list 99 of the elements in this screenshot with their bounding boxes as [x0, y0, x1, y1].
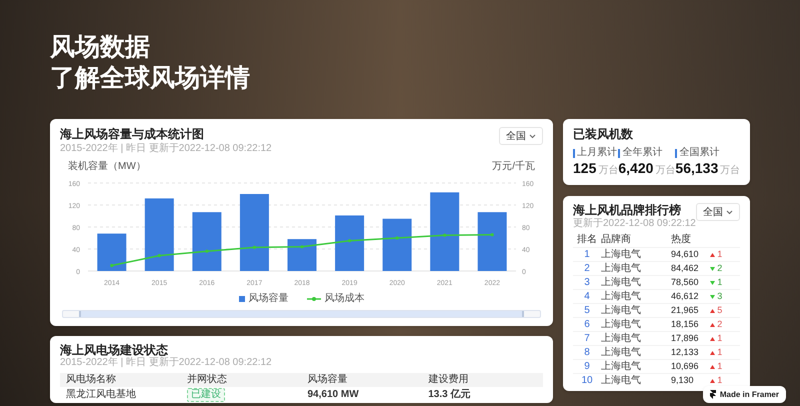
point [443, 234, 446, 237]
heat-value: 21,965 [671, 303, 710, 317]
table-cell-text: 13.3 亿元 [427, 388, 472, 402]
brand-name: 上海电气 [601, 359, 671, 373]
accent-bar-icon [618, 148, 620, 158]
rank-change: 1 [717, 332, 722, 345]
rank-change: 2 [717, 318, 722, 331]
rank-change: 1 [717, 346, 722, 359]
rank-number: 5 [573, 303, 601, 317]
legend-line-icon [306, 296, 320, 302]
rank-number: 2 [573, 261, 601, 275]
stat-label: 全国累计 [679, 147, 720, 159]
point [490, 233, 494, 236]
heat-value: 46,612 [671, 289, 710, 303]
column-header: 建设费用 [422, 373, 543, 387]
point [252, 246, 256, 249]
update-info: 更新于2022-12-08 09:22:12 [573, 218, 696, 230]
rank-number: 8 [573, 345, 601, 359]
column-header: 品牌商 [601, 233, 632, 247]
rank-number: 4 [573, 289, 601, 303]
legend-label: 风场成本 [324, 293, 364, 305]
table-cell-text: 94,610 MW [306, 388, 360, 402]
update-info: 2015-2022年 | 昨日 更新于2022-12-08 09:22:12 [60, 142, 272, 155]
point [110, 264, 114, 268]
hero-title: 风场数据 [50, 32, 151, 63]
stat-value: 125 [573, 159, 596, 177]
region-dropdown[interactable]: 全国 [696, 203, 740, 221]
region-dropdown[interactable]: 全国 [499, 127, 543, 145]
card-title: 海上风机品牌排行榜 [573, 203, 682, 218]
point [158, 254, 161, 258]
rank-number: 9 [573, 359, 601, 373]
brand-name: 上海电气 [601, 373, 671, 387]
heat-value: 84,462 [671, 261, 710, 275]
card-title: 海上风电场建设状态 [60, 343, 168, 357]
chevron-down-icon [529, 134, 536, 138]
brand-name: 上海电气 [601, 303, 671, 317]
zoom-slider[interactable] [62, 310, 541, 318]
point [300, 245, 304, 248]
rank-number: 10 [573, 373, 601, 387]
y-axis-title: 装机容量（MW） [68, 161, 146, 173]
accent-bar-icon [675, 148, 678, 158]
stat-unit: 万台 [720, 164, 740, 178]
accent-bar-icon [573, 148, 575, 158]
column-header: 并网状态 [180, 373, 302, 387]
brand-name: 上海电气 [601, 317, 671, 331]
stat-unit: 万台 [655, 164, 676, 178]
framer-logo-icon [710, 390, 716, 399]
capacity-bar [97, 234, 126, 271]
rank-change: 1 [717, 374, 722, 387]
brand-name: 上海电气 [601, 331, 671, 345]
table-cell-text: 黑龙江风电基地 [65, 388, 137, 402]
heat-value: 78,560 [671, 275, 710, 289]
rank-number: 1 [573, 247, 601, 261]
hero-subtitle: 了解全球风场详情 [50, 63, 251, 94]
stat-label: 全年累计 [622, 147, 662, 159]
heat-value: 17,896 [671, 331, 710, 345]
update-info: 2015-2022年 | 昨日 更新于2022-12-08 09:22:12 [60, 357, 273, 369]
heat-value: 94,610 [671, 247, 710, 261]
brand-name: 上海电气 [601, 261, 671, 275]
rank-change: 3 [717, 290, 722, 303]
chevron-down-icon [726, 210, 734, 214]
brand-name: 上海电气 [601, 275, 671, 289]
column-header: 风电场名称 [60, 373, 181, 387]
column-header: 排名 [576, 233, 598, 247]
rank-change: 1 [717, 248, 722, 261]
point [396, 236, 399, 240]
brand-name: 上海电气 [601, 289, 671, 303]
heat-value: 10,696 [671, 359, 710, 373]
stat-value: 6,420 [618, 159, 654, 177]
capacity-bar [335, 215, 364, 271]
y-axis-title: 万元/千瓦 [492, 161, 535, 173]
brand-name: 上海电气 [601, 247, 671, 261]
status-tag: 已建设 [186, 388, 225, 402]
rank-number: 7 [573, 331, 601, 345]
capacity-bar [478, 212, 507, 271]
brand-name: 上海电气 [601, 345, 671, 359]
stat-label: 上月累计 [577, 147, 617, 159]
column-header: 热度 [671, 233, 692, 247]
capacity-bar [288, 239, 316, 271]
heat-value: 18,156 [671, 317, 710, 331]
rank-change: 5 [717, 304, 722, 317]
capacity-bar [192, 212, 222, 271]
capacity-bar [382, 218, 412, 271]
point [348, 239, 352, 242]
stat-unit: 万台 [598, 164, 618, 178]
heat-value: 12,133 [671, 345, 710, 359]
stat-value: 56,133 [675, 159, 718, 177]
rank-number: 3 [573, 275, 601, 289]
rank-change: 1 [717, 276, 722, 289]
card-title: 海上风场容量与成本统计图 [60, 127, 205, 142]
point [205, 250, 208, 253]
rank-change: 1 [717, 360, 722, 373]
card-title: 已装风机数 [573, 127, 634, 142]
legend-square-icon [238, 296, 244, 302]
made-in-framer-badge[interactable]: Made in Framer [702, 386, 786, 403]
rank-number: 6 [573, 317, 601, 331]
column-header: 风场容量 [302, 373, 422, 387]
legend-label: 风场容量 [248, 293, 288, 305]
rank-change: 2 [717, 262, 722, 275]
